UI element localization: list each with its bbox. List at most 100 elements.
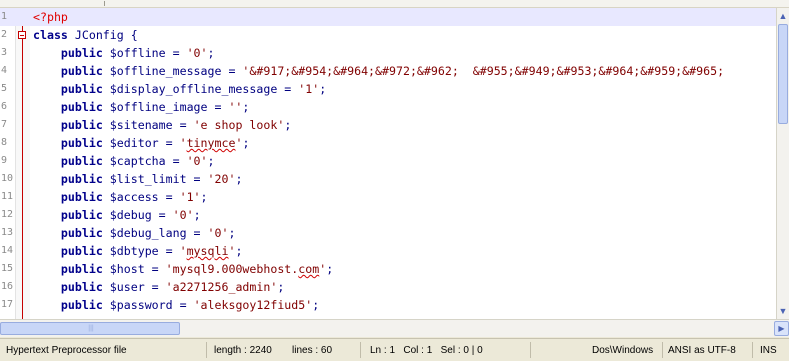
line-number: 14 — [1, 245, 14, 256]
code-token: public — [60, 208, 103, 222]
code-token: 'mysql9.000webhost. — [165, 262, 299, 276]
code-token: ; — [312, 298, 320, 312]
code-token: 'e shop look' — [193, 118, 285, 132]
code-token: $offline_message = — [102, 64, 243, 78]
code-token: 'a2271256_admin' — [165, 280, 278, 294]
code-token: ; — [242, 100, 250, 114]
code-line[interactable]: 15 public $host = 'mysql9.000webhost.com… — [0, 260, 776, 278]
code-token: '' — [228, 100, 243, 114]
line-number: 4 — [1, 65, 8, 76]
code-token: '0' — [186, 154, 208, 168]
arrow-right-icon[interactable]: ▶ — [774, 321, 789, 336]
code-token: '0' — [172, 208, 194, 222]
code-text[interactable]: public $user = 'a2271256_admin'; — [33, 278, 284, 296]
code-text[interactable]: public $password = 'aleksgoy12fiud5'; — [33, 296, 319, 314]
code-line[interactable]: 8 public $editor = 'tinymce'; — [0, 134, 776, 152]
code-token: ; — [207, 154, 215, 168]
code-token: ; — [319, 82, 327, 96]
code-token: <?php — [33, 10, 68, 24]
code-line[interactable]: 3 public $offline = '0'; — [0, 44, 776, 62]
code-token: $user = — [102, 280, 166, 294]
code-line[interactable]: 6 public $offline_image = ''; — [0, 98, 776, 116]
code-line[interactable]: 2 class JConfig { — [0, 26, 776, 44]
code-text[interactable]: public $debug = '0'; — [33, 206, 201, 224]
code-text[interactable]: class JConfig { — [33, 26, 138, 44]
code-token: public — [60, 154, 103, 168]
code-token: public — [60, 46, 103, 60]
code-token: $password = — [102, 298, 194, 312]
code-text[interactable]: public $dbtype = 'mysqli'; — [33, 242, 243, 260]
code-line[interactable]: 12 public $debug = '0'; — [0, 206, 776, 224]
code-token: public — [60, 172, 103, 186]
code-line[interactable]: 14 public $dbtype = 'mysqli'; — [0, 242, 776, 260]
code-token: ; — [235, 172, 243, 186]
code-token: '0' — [186, 46, 208, 60]
status-separator — [752, 342, 753, 358]
line-number: 8 — [1, 137, 8, 148]
code-line[interactable]: 16 public $user = 'a2271256_admin'; — [0, 278, 776, 296]
line-number: 3 — [1, 47, 8, 58]
code-line[interactable]: 17 public $password = 'aleksgoy12fiud5'; — [0, 296, 776, 314]
vertical-scrollbar[interactable]: ▲ ▼ — [776, 8, 789, 319]
code-token: $sitename = — [102, 118, 194, 132]
vertical-scroll-thumb[interactable] — [778, 24, 788, 124]
code-text[interactable]: public $display_offline_message = '1'; — [33, 80, 326, 98]
code-text[interactable]: public $offline_image = ''; — [33, 98, 249, 116]
status-length: length : 2240 — [214, 345, 272, 356]
code-line[interactable]: 10 public $list_limit = '20'; — [0, 170, 776, 188]
code-token: $dbtype = — [102, 244, 180, 258]
code-text[interactable]: public $captcha = '0'; — [33, 152, 215, 170]
code-token: $access = — [102, 190, 180, 204]
line-number: 11 — [1, 191, 14, 202]
code-text[interactable]: public $access = '1'; — [33, 188, 208, 206]
code-line[interactable]: 4 public $offline_message = '&#917;&#954… — [0, 62, 776, 80]
code-text[interactable]: public $sitename = 'e shop look'; — [33, 116, 291, 134]
arrow-up-icon[interactable]: ▲ — [777, 8, 789, 24]
status-bar: Hypertext Preprocessor file length : 224… — [0, 338, 789, 361]
code-token: public — [60, 64, 103, 78]
code-token: ; — [242, 136, 250, 150]
line-number: 5 — [1, 83, 8, 94]
code-editor[interactable]: 1 <?php 2 class JConfig {3 public $offline … — [0, 8, 776, 319]
status-position: Ln : 1 Col : 1 Sel : 0 | 0 — [370, 345, 483, 356]
code-line[interactable]: 1 <?php — [0, 8, 776, 26]
code-text[interactable]: public $offline = '0'; — [33, 44, 215, 62]
line-number: 7 — [1, 119, 8, 130]
code-text[interactable]: public $offline_message = '&#917;&#954;&… — [33, 62, 724, 80]
code-token: ; — [207, 46, 215, 60]
line-number: 1 — [1, 11, 8, 22]
horizontal-scrollbar[interactable]: ||| ▶ — [0, 319, 789, 337]
code-text[interactable]: public $host = 'mysql9.000webhost.com'; — [33, 260, 333, 278]
arrow-down-icon[interactable]: ▼ — [777, 303, 789, 319]
code-token: public — [60, 244, 103, 258]
code-text[interactable]: public $editor = 'tinymce'; — [33, 134, 250, 152]
code-line[interactable]: 11 public $access = '1'; — [0, 188, 776, 206]
code-text[interactable]: public $debug_lang = '0'; — [33, 224, 236, 242]
horizontal-scroll-thumb[interactable]: ||| — [0, 322, 180, 335]
code-token: ; — [200, 190, 208, 204]
code-line[interactable]: 13 public $debug_lang = '0'; — [0, 224, 776, 242]
code-token: ; — [326, 262, 334, 276]
code-token: '&#917;&#954;&#964;&#972;&#962; &#955;&#… — [242, 64, 725, 78]
code-token: $debug = — [102, 208, 173, 222]
line-number: 2 — [1, 29, 8, 40]
code-text[interactable]: <?php — [33, 8, 68, 26]
line-number: 17 — [1, 299, 14, 310]
code-line[interactable]: 9 public $captcha = '0'; — [0, 152, 776, 170]
code-line[interactable]: 5 public $display_offline_message = '1'; — [0, 80, 776, 98]
code-text[interactable]: public $list_limit = '20'; — [33, 170, 243, 188]
code-token: public — [60, 226, 103, 240]
code-line[interactable]: 7 public $sitename = 'e shop look'; — [0, 116, 776, 134]
code-token: '1' — [179, 190, 201, 204]
line-number: 13 — [1, 227, 14, 238]
